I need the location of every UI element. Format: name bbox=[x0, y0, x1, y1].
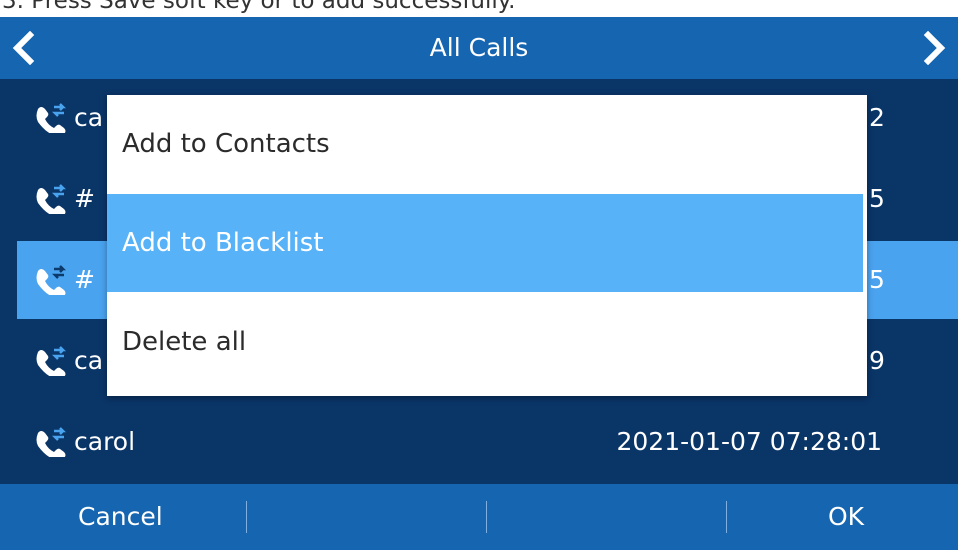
menu-item-add-to-blacklist[interactable]: Add to Blacklist bbox=[107, 194, 863, 292]
softkey-divider bbox=[486, 501, 487, 533]
call-name: # bbox=[74, 184, 95, 213]
menu-item-label: Add to Blacklist bbox=[122, 228, 324, 258]
call-name: ca bbox=[74, 103, 104, 132]
header-bar: All Calls bbox=[0, 17, 958, 79]
menu-item-add-to-contacts[interactable]: Add to Contacts bbox=[107, 95, 863, 193]
call-name: carol bbox=[74, 427, 136, 456]
call-list: ca 2 # 5 # 5 ca 9 carol 2021-01-07 07:28… bbox=[0, 79, 958, 484]
call-time-fragment: 5 bbox=[869, 265, 885, 294]
page-title: All Calls bbox=[429, 33, 529, 62]
call-icon bbox=[36, 265, 67, 295]
menu-item-label: Add to Contacts bbox=[122, 129, 330, 159]
softkey-divider bbox=[726, 501, 727, 533]
call-time-fragment: 2 bbox=[869, 103, 885, 132]
options-menu: Add to Contacts Add to Blacklist Delete … bbox=[107, 95, 867, 396]
call-name: ca bbox=[74, 346, 104, 375]
call-time: 2021-01-07 07:28:01 bbox=[616, 427, 882, 456]
call-list-item[interactable]: carol 2021-01-07 07:28:01 bbox=[17, 403, 958, 481]
cancel-button[interactable]: Cancel bbox=[78, 484, 163, 550]
call-icon bbox=[36, 184, 67, 214]
call-name: # bbox=[74, 265, 95, 294]
call-icon bbox=[36, 427, 67, 457]
call-icon bbox=[36, 103, 67, 133]
instruction-caption: 3. Press Save soft key or to add success… bbox=[2, 0, 516, 14]
call-time-fragment: 5 bbox=[869, 184, 885, 213]
phone-screen: All Calls ca 2 # 5 # 5 ca 9 carol 2021-0… bbox=[0, 17, 958, 550]
call-time-fragment: 9 bbox=[869, 346, 885, 375]
call-icon bbox=[36, 346, 67, 376]
ok-button[interactable]: OK bbox=[828, 484, 864, 550]
chevron-right-icon[interactable] bbox=[920, 31, 950, 65]
menu-item-label: Delete all bbox=[122, 327, 247, 357]
softkey-bar: Cancel OK bbox=[0, 484, 958, 550]
menu-item-delete-all[interactable]: Delete all bbox=[107, 293, 863, 391]
softkey-divider bbox=[246, 501, 247, 533]
